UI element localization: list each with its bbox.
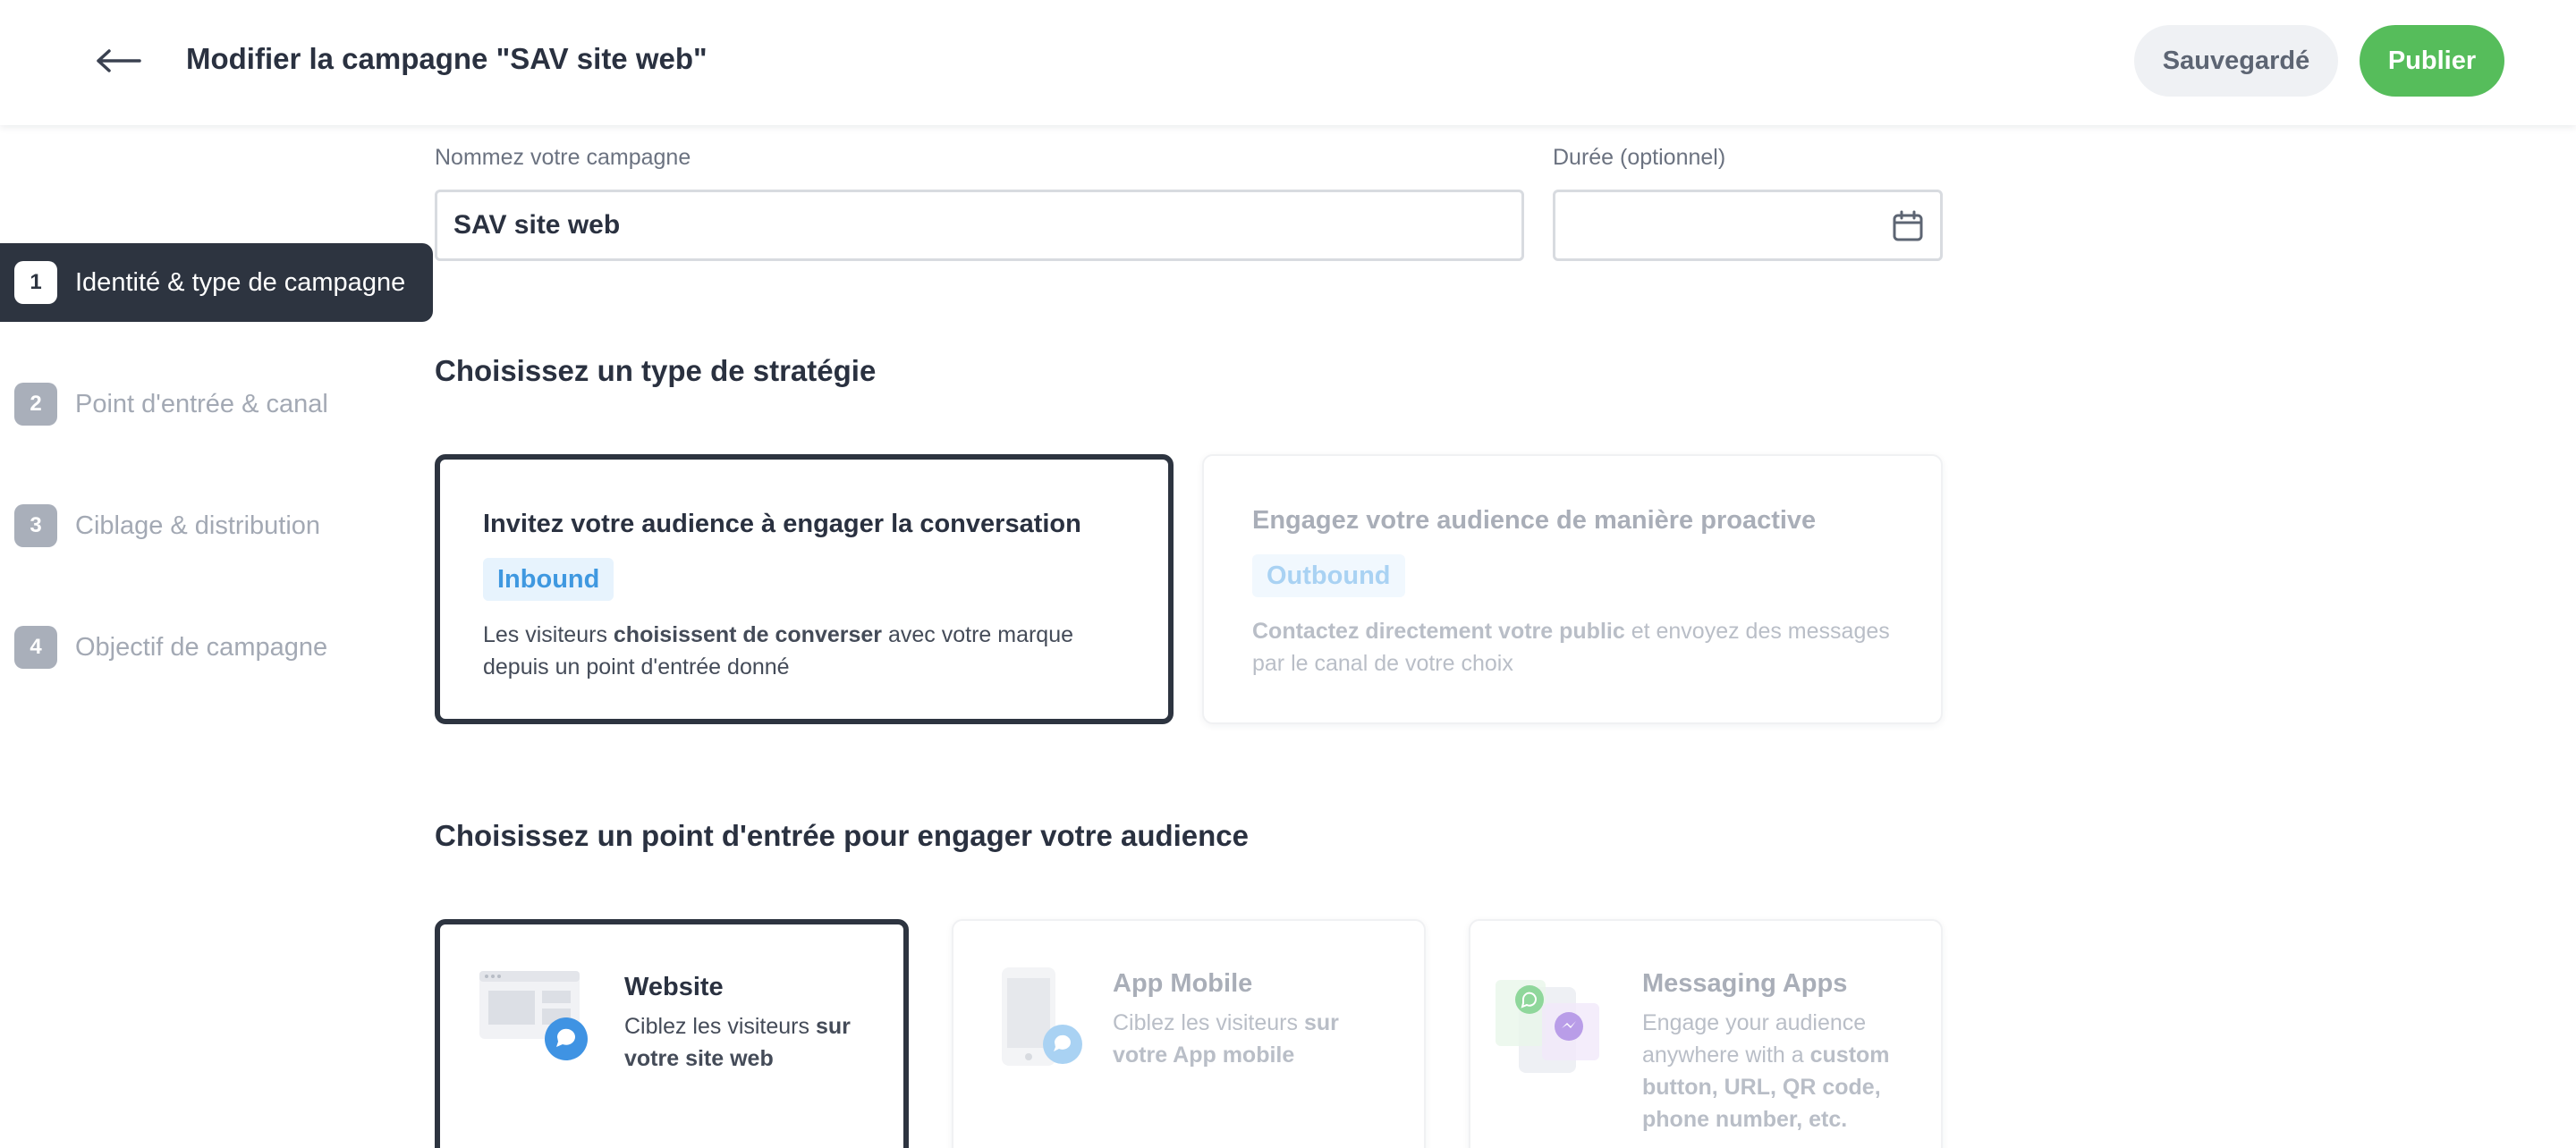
strategy-section-title: Choisissez un type de stratégie xyxy=(435,354,877,387)
top-bar: Modifier la campagne "SAV site web" Sauv… xyxy=(0,0,2576,125)
website-illustration-icon xyxy=(479,971,588,1060)
entry-card-title: Messaging Apps xyxy=(1642,969,1848,998)
inbound-badge: Inbound xyxy=(483,558,614,601)
card-description: Les visiteurs choisissent de converser a… xyxy=(483,622,1074,680)
entry-section-title: Choisissez un point d'entrée pour engage… xyxy=(435,819,1250,852)
messaging-apps-illustration-icon xyxy=(1496,980,1599,1073)
saved-button[interactable]: Sauvegardé xyxy=(2134,25,2338,97)
entry-card-title: Website xyxy=(624,973,724,1001)
website-card[interactable]: Website Ciblez les visiteurs sur votre si… xyxy=(435,919,909,1148)
messaging-apps-card[interactable]: Messaging Apps Engage your audience anywh… xyxy=(1469,919,1943,1148)
inbound-card[interactable]: Invitez votre audience à engager la conv… xyxy=(435,454,1174,724)
entry-card-description: Ciblez les visiteurs sur votre site web xyxy=(624,1014,851,1071)
card-title: Engagez votre audience de manière proact… xyxy=(1252,506,1817,535)
page-title: Modifier la campagne "SAV site web" xyxy=(186,42,708,75)
duration-label: Durée (optionnel) xyxy=(1553,145,1726,170)
step-number: 3 xyxy=(14,504,57,547)
step-label: Objectif de campagne xyxy=(75,632,328,662)
step-objective[interactable]: 4 Objectif de campagne xyxy=(0,608,327,687)
back-arrow-icon[interactable] xyxy=(93,39,143,82)
step-label: Identité & type de campagne xyxy=(75,267,406,297)
step-label: Ciblage & distribution xyxy=(75,511,321,540)
step-entry-point[interactable]: 2 Point d'entrée & canal xyxy=(0,365,328,443)
duration-input[interactable] xyxy=(1553,190,1943,261)
step-number: 1 xyxy=(14,261,57,304)
mobile-phone-illustration-icon xyxy=(1002,967,1082,1066)
outbound-card[interactable]: Engagez votre audience de manière proact… xyxy=(1202,454,1943,724)
entry-card-description: Ciblez les visiteurs sur votre App mobile xyxy=(1113,1010,1339,1068)
card-title: Invitez votre audience à engager la conv… xyxy=(483,510,1081,538)
step-identity[interactable]: 1 Identité & type de campagne xyxy=(0,243,433,322)
campaign-name-label: Nommez votre campagne xyxy=(435,145,691,170)
card-description: Contactez directement votre public et en… xyxy=(1252,619,1890,676)
step-targeting[interactable]: 3 Ciblage & distribution xyxy=(0,486,320,565)
entry-card-title: App Mobile xyxy=(1113,969,1253,998)
step-number: 2 xyxy=(14,383,57,426)
publish-button[interactable]: Publier xyxy=(2360,25,2504,97)
calendar-icon[interactable] xyxy=(1892,210,1924,242)
app-mobile-card[interactable]: App Mobile Ciblez les visiteurs sur votre… xyxy=(952,919,1426,1148)
campaign-name-input[interactable] xyxy=(435,190,1524,261)
step-label: Point d'entrée & canal xyxy=(75,389,328,418)
entry-card-description: Engage your audience anywhere with a cust… xyxy=(1642,1010,1890,1132)
outbound-badge: Outbound xyxy=(1252,554,1405,597)
step-number: 4 xyxy=(14,626,57,669)
